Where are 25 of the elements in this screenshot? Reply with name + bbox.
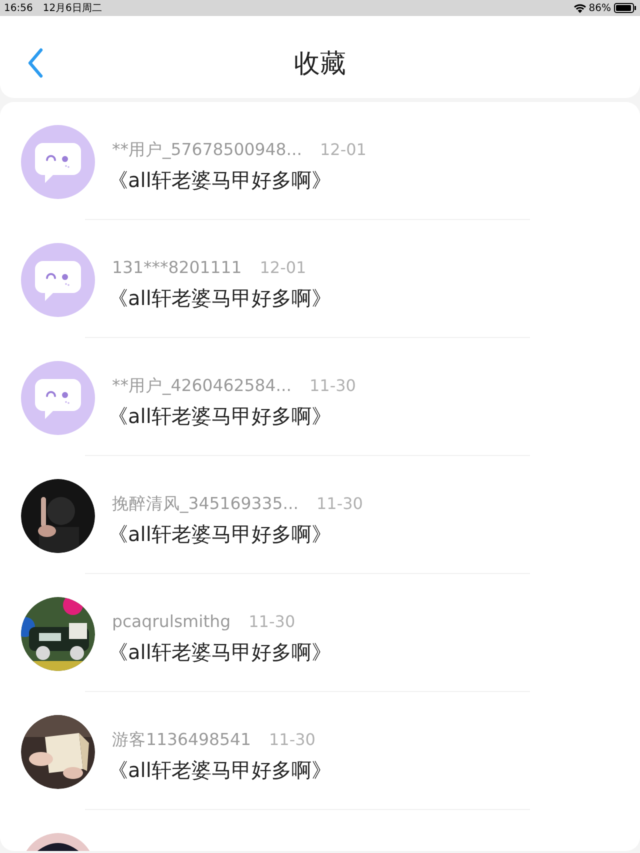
item-date: 11-30: [316, 493, 363, 516]
user-name: 131***8201111: [112, 257, 242, 279]
item-title[interactable]: 《all轩老婆马甲好多啊》: [108, 636, 332, 667]
item-title[interactable]: 《all轩老婆马甲好多啊》: [108, 518, 363, 549]
status-time: 16:56: [4, 2, 33, 16]
battery-icon: [614, 3, 636, 13]
item-title[interactable]: 《all轩老婆马甲好多啊》: [108, 754, 332, 785]
item-date: 12-01: [320, 139, 366, 162]
item-date: 12-01: [260, 257, 306, 280]
back-icon: [27, 48, 43, 78]
battery-level: 86%: [588, 2, 611, 16]
wifi-icon: [574, 4, 586, 12]
user-name: pcaqrulsmithg: [112, 611, 231, 633]
item-title[interactable]: 《all轩老婆马甲好多啊》: [108, 400, 356, 431]
page-title: 收藏: [294, 48, 346, 80]
item-date: 11-30: [248, 611, 296, 634]
user-name: 游客1136498541: [112, 729, 251, 751]
user-name: 挽醉清风_345169335...: [112, 493, 298, 515]
item-date: 11-30: [309, 375, 356, 398]
user-name: **用户_57678500948...: [112, 139, 302, 161]
item-date: 11-30: [268, 729, 316, 752]
item-title[interactable]: 《all轩老婆马甲好多啊》: [108, 282, 332, 313]
item-title[interactable]: 《all轩老婆马甲好多啊》: [108, 164, 366, 195]
user-name: **用户_4260462584...: [112, 375, 292, 397]
status-date: 12月6日周二: [42, 2, 102, 16]
